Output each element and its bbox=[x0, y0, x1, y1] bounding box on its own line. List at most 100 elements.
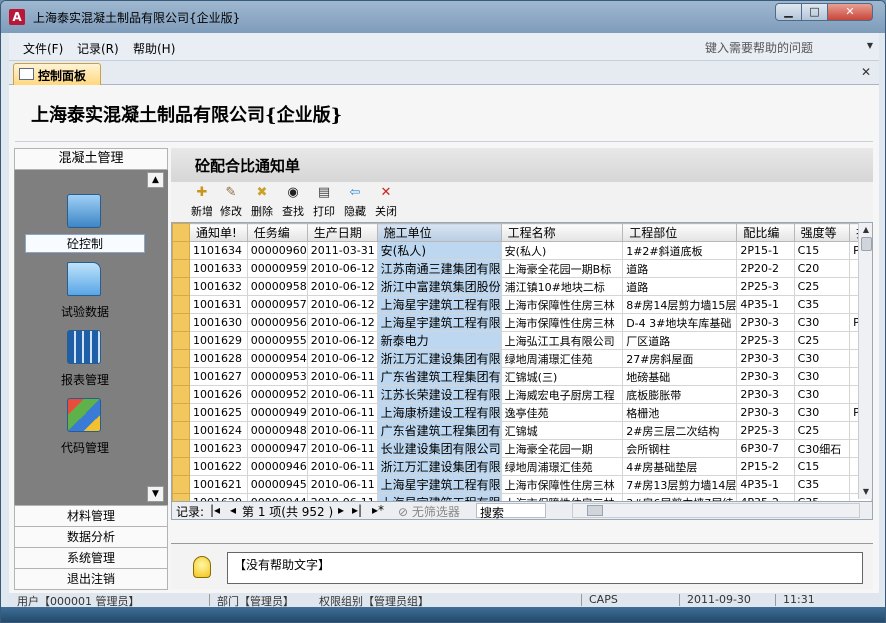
nav-item-reports[interactable]: 报表管理 bbox=[25, 371, 145, 388]
table-cell[interactable]: 00000957 bbox=[246, 295, 308, 314]
control-icon[interactable] bbox=[67, 194, 101, 228]
table-cell[interactable]: C30 bbox=[793, 349, 851, 368]
row-selector[interactable] bbox=[172, 295, 191, 314]
table-cell[interactable]: 2010-06-12 bbox=[306, 295, 378, 314]
table-cell[interactable]: 上海星宇建筑工程有限 bbox=[376, 295, 502, 314]
table-cell[interactable]: 2P15-2 bbox=[736, 457, 795, 476]
table-cell[interactable]: 4P35-1 bbox=[736, 295, 795, 314]
nav-scroll-down-button[interactable]: ▼ bbox=[147, 486, 164, 502]
record-position[interactable]: 第 1 项(共 952 ) bbox=[242, 503, 333, 520]
table-cell[interactable]: 2010-06-11 bbox=[306, 403, 378, 422]
tab-control-panel[interactable]: 控制面板 bbox=[13, 63, 101, 85]
table-cell[interactable]: 安(私人) bbox=[500, 241, 624, 260]
table-cell[interactable]: C25 bbox=[793, 277, 851, 296]
table-cell[interactable]: 00000949 bbox=[246, 403, 308, 422]
nav-group-concrete[interactable]: 混凝土管理 bbox=[14, 148, 168, 170]
row-selector[interactable] bbox=[172, 331, 191, 350]
maximize-button[interactable]: □ bbox=[801, 3, 828, 21]
table-cell[interactable]: 2P30-3 bbox=[736, 349, 795, 368]
row-selector[interactable] bbox=[172, 349, 191, 368]
table-cell[interactable]: 上海星宇建筑工程有限 bbox=[376, 313, 502, 332]
last-record-icon[interactable]: ▸| bbox=[352, 503, 362, 517]
table-cell[interactable]: C30 bbox=[793, 385, 851, 404]
table-cell[interactable]: 上海市保障性住房三林 bbox=[500, 295, 624, 314]
nav-group-system[interactable]: 系统管理 bbox=[14, 547, 168, 569]
table-cell[interactable]: 江苏南通三建集团有限 bbox=[376, 259, 502, 278]
table-cell[interactable]: 00000952 bbox=[246, 385, 308, 404]
scroll-thumb[interactable] bbox=[861, 237, 872, 251]
column-header[interactable]: 强度等 bbox=[793, 223, 851, 242]
table-cell[interactable]: 2010-06-12 bbox=[306, 277, 378, 296]
column-header[interactable]: 生产日期 bbox=[306, 223, 378, 242]
table-cell[interactable]: C15 bbox=[793, 457, 851, 476]
column-header[interactable]: 施工单位 bbox=[376, 223, 502, 242]
table-cell[interactable]: 汇锦城 bbox=[500, 421, 624, 440]
table-cell[interactable]: 上海威宏电子厨房工程 bbox=[500, 385, 624, 404]
table-cell[interactable]: 4P35-2 bbox=[736, 493, 795, 501]
table-cell[interactable]: 地磅基础 bbox=[622, 367, 738, 386]
table-cell[interactable]: 00000947 bbox=[246, 439, 308, 458]
row-selector[interactable] bbox=[172, 439, 191, 458]
filter-status[interactable]: ⊘ 无筛选器 bbox=[398, 503, 460, 520]
table-cell[interactable]: 江苏长荣建设工程有限 bbox=[376, 385, 502, 404]
table-row[interactable]: 1001630 00000956 2010-06-12 上海星宇建筑工程有限 上海市保障… bbox=[172, 313, 872, 332]
table-cell[interactable]: C30 bbox=[793, 367, 851, 386]
table-cell[interactable]: 2011-03-31 bbox=[306, 241, 378, 260]
column-header[interactable]: 任务编 bbox=[246, 223, 308, 242]
nav-scroll-up-button[interactable]: ▲ bbox=[147, 172, 164, 188]
table-cell[interactable]: 2P30-3 bbox=[736, 403, 795, 422]
folder-icon[interactable] bbox=[67, 262, 101, 296]
table-cell[interactable]: 新泰电力 bbox=[376, 331, 502, 350]
table-cell[interactable]: 2010-06-12 bbox=[306, 259, 378, 278]
chevron-down-icon[interactable]: ▼ bbox=[867, 41, 873, 50]
table-cell[interactable]: 浙江万汇建设集团有限 bbox=[376, 457, 502, 476]
table-cell[interactable]: 3#房6层剪力墙7层结 bbox=[622, 493, 738, 501]
table-cell[interactable]: 1001633 bbox=[189, 259, 248, 278]
table-cell[interactable]: C30细石 bbox=[793, 439, 851, 458]
table-cell[interactable]: 1001622 bbox=[189, 457, 248, 476]
minimize-button[interactable]: ▁ bbox=[775, 3, 802, 21]
table-cell[interactable]: 浙江中富建筑集团股份 bbox=[376, 277, 502, 296]
table-cell[interactable]: 1101634 bbox=[189, 241, 248, 260]
table-cell[interactable]: 1001624 bbox=[189, 421, 248, 440]
table-cell[interactable]: 道路 bbox=[622, 277, 738, 296]
row-selector[interactable] bbox=[172, 493, 191, 501]
table-cell[interactable]: 浦江镇10#地块二标 bbox=[500, 277, 624, 296]
close-tab-icon[interactable]: ✕ bbox=[861, 65, 871, 79]
table-cell[interactable]: 2P15-1 bbox=[736, 241, 795, 260]
row-selector[interactable] bbox=[172, 241, 191, 260]
row-selector[interactable] bbox=[172, 259, 191, 278]
table-cell[interactable]: C25 bbox=[793, 421, 851, 440]
column-header[interactable]: 配比编 bbox=[736, 223, 795, 242]
report-icon[interactable] bbox=[67, 330, 101, 364]
table-cell[interactable]: 上海市保障性住房三林 bbox=[500, 475, 624, 494]
table-cell[interactable]: 00000958 bbox=[246, 277, 308, 296]
table-cell[interactable]: C35 bbox=[793, 295, 851, 314]
table-cell[interactable]: 厂区道路 bbox=[622, 331, 738, 350]
row-selector[interactable] bbox=[172, 475, 191, 494]
table-row[interactable]: 1001625 00000949 2010-06-11 上海康桥建设工程有限 逸亭佳苑格… bbox=[172, 403, 872, 422]
table-cell[interactable]: 1001627 bbox=[189, 367, 248, 386]
table-row[interactable]: 1001626 00000952 2010-06-11 江苏长荣建设工程有限 上海威宏电… bbox=[172, 385, 872, 404]
row-selector[interactable] bbox=[172, 403, 191, 422]
table-cell[interactable]: 1001620 bbox=[189, 493, 248, 501]
table-cell[interactable]: 2P25-3 bbox=[736, 331, 795, 350]
table-cell[interactable]: C20 bbox=[793, 259, 851, 278]
nav-item-test-data[interactable]: 试验数据 bbox=[25, 303, 145, 320]
row-selector[interactable] bbox=[172, 313, 191, 332]
column-header[interactable]: 工程名称 bbox=[500, 223, 624, 242]
table-cell[interactable]: 1001626 bbox=[189, 385, 248, 404]
table-cell[interactable]: 上海豪全花园一期B标 bbox=[500, 259, 624, 278]
table-row[interactable]: 1001621 00000945 2010-06-11 上海星宇建筑工程有限 上海市保障… bbox=[172, 475, 872, 494]
column-header[interactable]: 工程部位 bbox=[622, 223, 738, 242]
table-cell[interactable]: 2010-06-12 bbox=[306, 313, 378, 332]
table-cell[interactable]: 逸亭佳苑 bbox=[500, 403, 624, 422]
table-cell[interactable]: 7#房13层剪力墙14层 bbox=[622, 475, 738, 494]
menu-file[interactable]: 文件(F) bbox=[23, 40, 63, 57]
search-input[interactable]: 搜索 bbox=[476, 503, 546, 520]
row-selector[interactable] bbox=[172, 421, 191, 440]
row-selector[interactable] bbox=[172, 367, 191, 386]
table-row[interactable]: 1001633 00000959 2010-06-12 江苏南通三建集团有限 上海豪全花… bbox=[172, 259, 872, 278]
table-cell[interactable]: 8#房14层剪力墙15层 bbox=[622, 295, 738, 314]
table-cell[interactable]: 广东省建筑工程集团有 bbox=[376, 421, 502, 440]
